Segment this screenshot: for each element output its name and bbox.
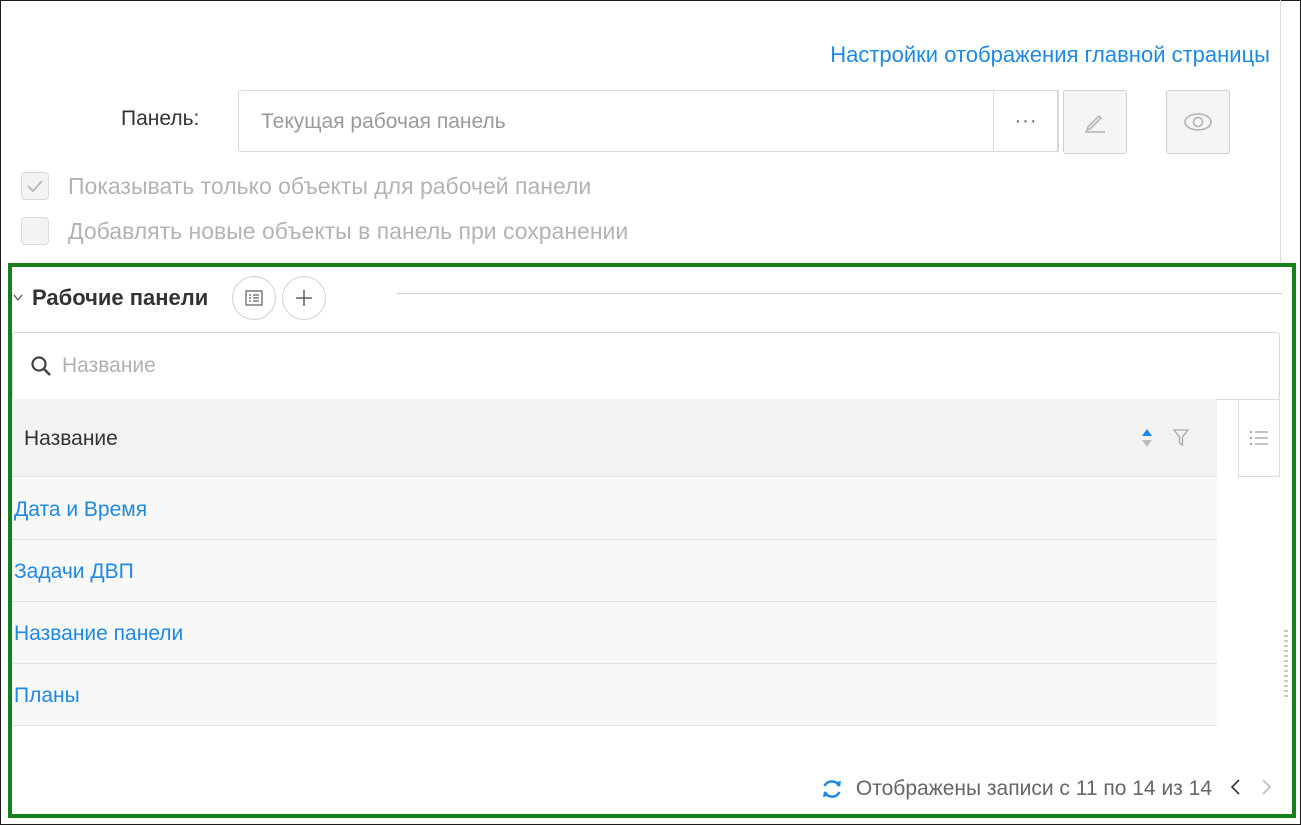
search-icon — [31, 356, 51, 376]
panel-input[interactable]: Текущая рабочая панель — [238, 90, 1058, 152]
next-page-icon[interactable] — [1260, 776, 1272, 802]
list-view-button[interactable] — [232, 276, 277, 320]
chevron-down-icon[interactable] — [12, 290, 26, 306]
sort-icon[interactable] — [1140, 427, 1154, 449]
preview-panel-button[interactable] — [1166, 90, 1230, 154]
row-link[interactable]: Планы — [14, 684, 80, 708]
column-menu-icon — [1249, 430, 1268, 446]
grid-header: Название — [12, 399, 1217, 477]
ellipsis-icon: ··· — [1014, 109, 1038, 132]
panel-label: Панель: — [121, 107, 200, 130]
search-input[interactable]: Название — [12, 332, 1280, 400]
only-panel-objects-label: Показывать только объекты для рабочей па… — [68, 172, 592, 199]
edit-panel-button[interactable] — [1063, 90, 1127, 154]
table-row: Дата и Время — [12, 478, 1217, 540]
table-row: Планы — [12, 664, 1217, 726]
plus-icon — [296, 290, 313, 306]
checkbox-row-add-new-objects[interactable]: Добавлять новые объекты в панель при сох… — [21, 217, 628, 245]
resize-handle[interactable] — [1284, 630, 1288, 700]
prev-page-icon[interactable] — [1230, 776, 1242, 802]
refresh-icon — [822, 780, 841, 798]
checkbox-row-only-panel-objects[interactable]: Показывать только объекты для рабочей па… — [21, 172, 591, 200]
add-new-objects-label: Добавлять новые объекты в панель при сох… — [68, 217, 629, 244]
column-menu-button[interactable] — [1238, 399, 1280, 477]
pencil-icon — [1085, 114, 1105, 133]
check-icon — [27, 180, 43, 193]
pagination-text: Отображены записи с 11 по 14 из 14 — [855, 777, 1212, 800]
section-divider — [397, 293, 1282, 294]
pagination-footer: Отображены записи с 11 по 14 из 14 — [820, 776, 1272, 802]
table-row: Название панели — [12, 602, 1217, 664]
row-link[interactable]: Задачи ДВП — [14, 560, 134, 584]
column-header-name[interactable]: Название — [24, 427, 118, 451]
table-row: Задачи ДВП — [12, 540, 1217, 602]
refresh-button[interactable] — [820, 777, 844, 801]
only-panel-objects-checkbox[interactable] — [21, 172, 49, 200]
row-link[interactable]: Название панели — [14, 622, 183, 646]
search-placeholder: Название — [62, 354, 156, 377]
add-new-objects-checkbox[interactable] — [21, 217, 49, 245]
list-view-icon — [245, 290, 263, 306]
eye-icon — [1184, 113, 1212, 131]
row-link[interactable]: Дата и Время — [14, 498, 147, 522]
select-panel-button[interactable]: ··· — [993, 90, 1059, 152]
section-title[interactable]: Рабочие панели — [32, 285, 208, 311]
section-header: Рабочие панели — [12, 276, 332, 320]
filter-icon[interactable] — [1172, 428, 1190, 448]
settings-link[interactable]: Настройки отображения главной страницы — [830, 42, 1270, 68]
divider-line — [1280, 0, 1281, 262]
add-panel-button[interactable] — [282, 276, 327, 320]
